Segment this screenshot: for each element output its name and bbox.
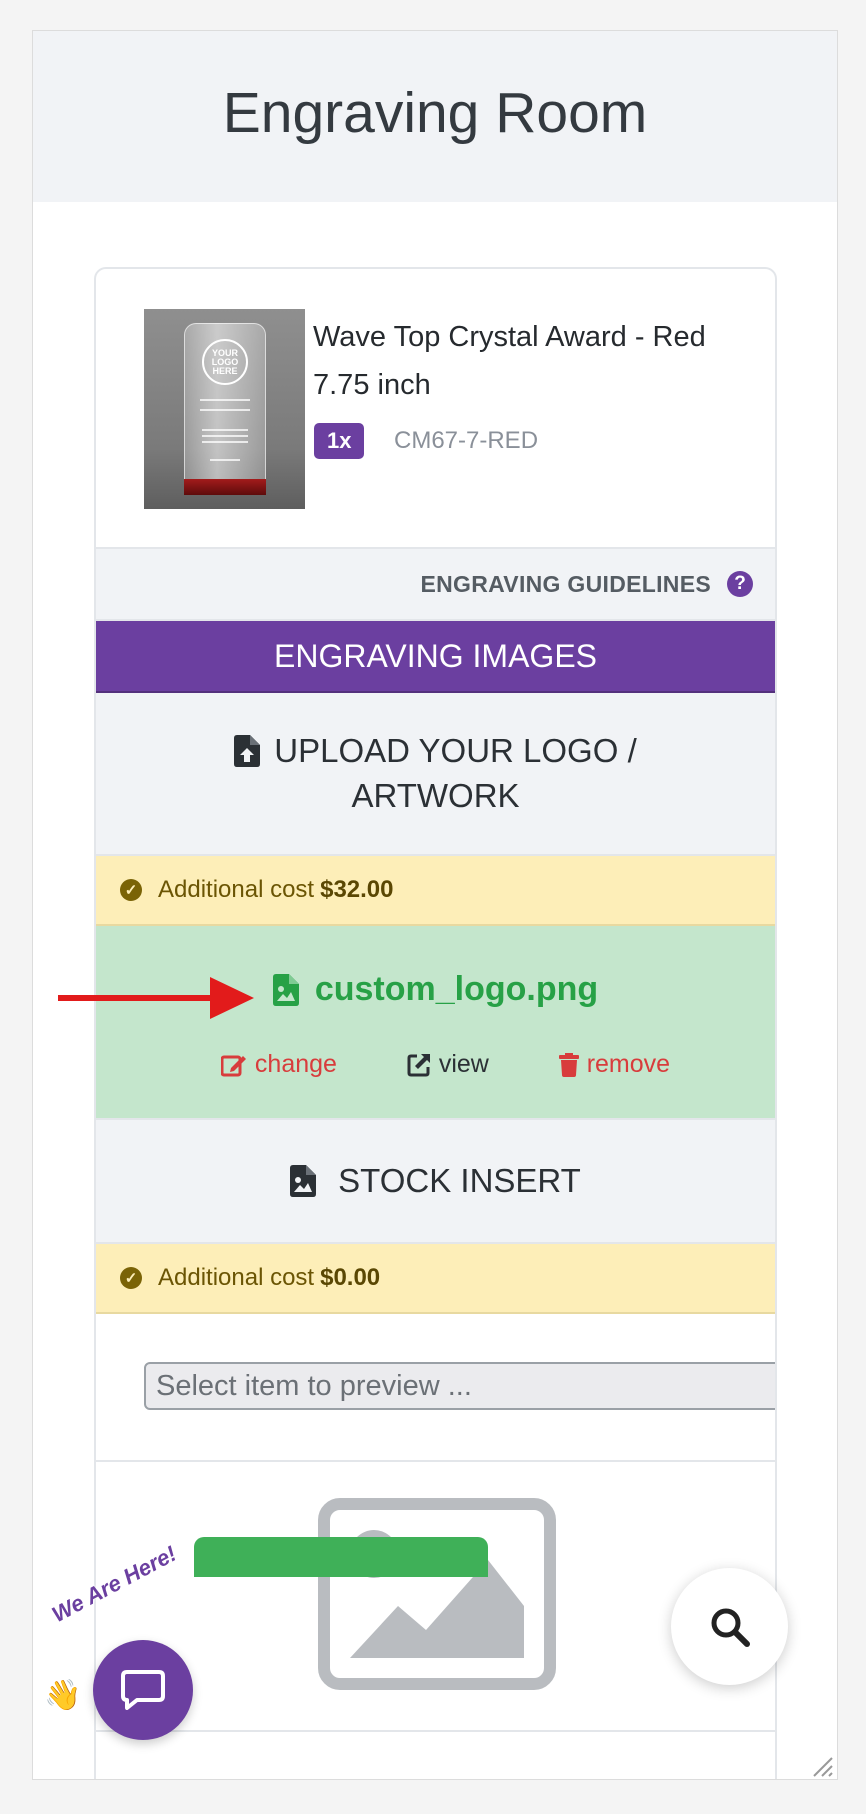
upload-cost-label: Additional cost	[158, 876, 315, 903]
chat-open-button[interactable]	[93, 1640, 193, 1740]
stock-cost-notice: ✓ Additional cost $0.00	[96, 1244, 775, 1314]
product-title: Wave Top Crystal Award - Red 7.75 inch	[313, 321, 706, 401]
engraving-guidelines-link[interactable]: ENGRAVING GUIDELINES ?	[96, 549, 775, 621]
guidelines-label: ENGRAVING GUIDELINES	[420, 570, 711, 597]
stock-insert-button[interactable]: STOCK INSERT	[96, 1120, 775, 1244]
uploaded-file-name[interactable]: custom_logo.png	[315, 970, 598, 1009]
resize-grip-icon[interactable]	[810, 1754, 834, 1778]
check-circle-icon: ✓	[120, 879, 142, 901]
stock-select-row: Select item to preview ...	[96, 1314, 775, 1462]
view-label: view	[438, 1050, 489, 1078]
search-button[interactable]	[671, 1568, 788, 1685]
product-thumbnail: YOUR LOGO HERE	[144, 309, 305, 509]
stock-item-select[interactable]: Select item to preview ...	[144, 1362, 775, 1410]
upload-cost-amount: $32.00	[320, 876, 394, 903]
engraving-images-header: ENGRAVING IMAGES	[96, 621, 775, 693]
engraving-room-panel: Engraving Room YOUR LOGO HERE Wave Top C…	[32, 30, 838, 1780]
product-summary: YOUR LOGO HERE Wave Top Crystal Award - …	[96, 269, 775, 549]
edit-icon	[220, 1055, 246, 1076]
page-title: Engraving Room	[222, 80, 648, 145]
continue-button[interactable]	[194, 1537, 488, 1577]
file-image-icon	[272, 973, 299, 1006]
uploaded-file-panel: custom_logo.png change view remove	[96, 926, 775, 1120]
thumbnail-logo-seal: YOUR LOGO HERE	[202, 339, 248, 385]
trash-icon	[558, 1052, 579, 1077]
page-header: Engraving Room	[33, 31, 837, 202]
chat-bubble-icon	[121, 1670, 165, 1710]
search-icon	[711, 1608, 750, 1647]
waving-hand-icon: 👋	[44, 1679, 82, 1712]
change-label: change	[254, 1050, 337, 1078]
chat-widget[interactable]: We Are Here! 👋	[44, 1541, 214, 1742]
upload-label: UPLOAD YOUR LOGO / ARTWORK	[274, 732, 637, 814]
check-circle-icon: ✓	[120, 1267, 142, 1289]
quantity-badge: 1x	[314, 423, 365, 459]
change-file-button[interactable]: change	[220, 1050, 337, 1079]
question-circle-icon[interactable]: ?	[727, 571, 753, 597]
file-upload-icon	[234, 735, 261, 776]
red-arrow-annotation	[58, 977, 254, 1019]
file-image-icon	[290, 1165, 317, 1197]
upload-logo-button[interactable]: UPLOAD YOUR LOGO / ARTWORK	[96, 693, 775, 856]
product-sku: CM67-7-RED	[394, 427, 539, 454]
external-link-icon	[407, 1053, 430, 1076]
view-file-button[interactable]: view	[407, 1050, 489, 1079]
upload-cost-notice: ✓ Additional cost $32.00	[96, 856, 775, 926]
stock-cost-label: Additional cost	[158, 1264, 315, 1291]
image-placeholder-icon	[318, 1498, 556, 1690]
remove-file-button[interactable]: remove	[558, 1050, 671, 1079]
remove-label: remove	[586, 1050, 671, 1078]
stock-insert-label: STOCK INSERT	[338, 1162, 581, 1199]
stock-cost-amount: $0.00	[320, 1264, 381, 1291]
